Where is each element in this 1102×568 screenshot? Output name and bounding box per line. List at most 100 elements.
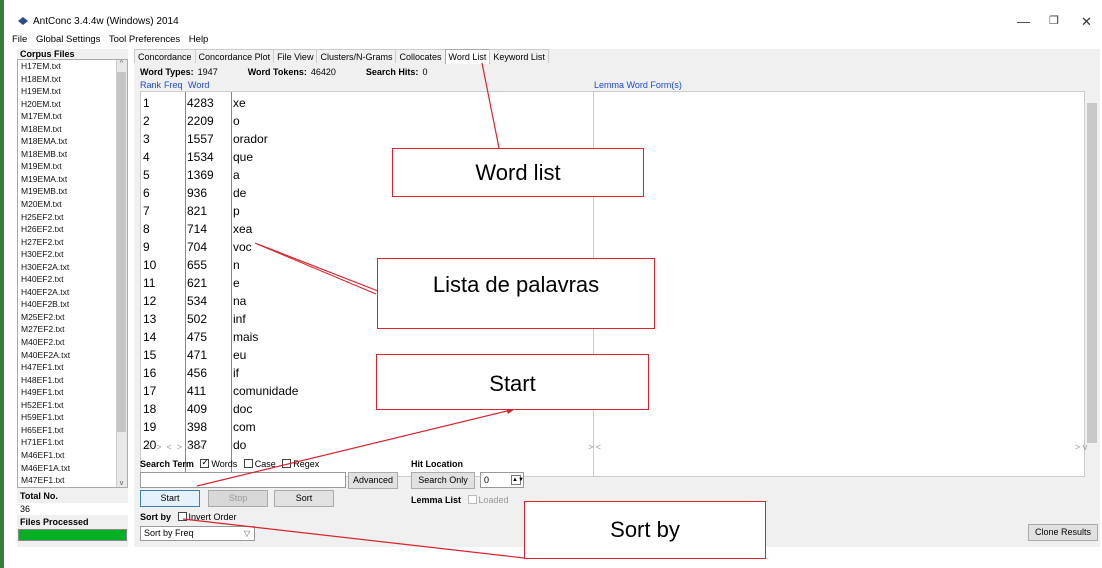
sort-by-select[interactable]: Sort by Freq ▽ — [140, 526, 255, 541]
invert-order-checkbox[interactable] — [177, 512, 187, 521]
corpus-file-item[interactable]: H48EF1.txt — [18, 374, 127, 387]
corpus-file-item[interactable]: H40EF2A.txt — [18, 286, 127, 299]
cell-word: na — [233, 294, 247, 308]
window-title: AntConc 3.4.4w (Windows) 2014 — [33, 16, 179, 27]
corpus-file-item[interactable]: M46EF1A.txt — [18, 462, 127, 475]
cell-rank: 10 — [143, 258, 157, 272]
scroll-thumb[interactable] — [117, 72, 126, 432]
corpus-file-item[interactable]: H19EM.txt — [18, 85, 127, 98]
spinner-arrows-icon[interactable]: ▲▼ — [511, 475, 524, 485]
cell-freq: 398 — [187, 420, 208, 434]
corpus-file-item[interactable]: H40EF2B.txt — [18, 298, 127, 311]
corpus-file-item[interactable]: M19EMA.txt — [18, 173, 127, 186]
menu-tool-preferences[interactable]: Tool Preferences — [109, 34, 180, 45]
hit-location-value: 0 — [484, 475, 490, 485]
cell-word: com — [233, 420, 256, 434]
corpus-file-item[interactable]: H26EF2.txt — [18, 223, 127, 236]
scroll-up-icon[interactable]: ^ — [116, 60, 127, 67]
cell-freq: 1534 — [187, 150, 214, 164]
corpus-file-item[interactable]: H30EF2A.txt — [18, 261, 127, 274]
cell-rank: 16 — [143, 366, 157, 380]
search-hits-label: Search Hits: — [365, 67, 419, 77]
corpus-file-item[interactable]: H30EF2.txt — [18, 248, 127, 261]
cell-rank: 6 — [143, 186, 150, 200]
corpus-file-item[interactable]: M25EF2.txt — [18, 311, 127, 324]
col-freq-header[interactable]: Freq — [164, 80, 183, 90]
menu-help[interactable]: Help — [189, 34, 209, 45]
scroll-down-icon[interactable]: v — [116, 480, 127, 487]
lemma-loaded-checkbox[interactable] — [467, 495, 477, 504]
corpus-file-item[interactable]: M47EF1.txt — [18, 474, 127, 487]
search-term-row: Search Term Words Case Regex — [140, 457, 319, 469]
regex-checkbox[interactable] — [282, 459, 292, 468]
menu-global-settings[interactable]: Global Settings — [36, 34, 100, 45]
close-button[interactable]: ✕ — [1081, 14, 1092, 30]
results-scroll-thumb[interactable] — [1087, 103, 1097, 443]
maximize-button[interactable]: ❐ — [1049, 14, 1059, 27]
results-scrollbar[interactable] — [1085, 91, 1099, 477]
corpus-file-item[interactable]: M19EM.txt — [18, 160, 127, 173]
corpus-file-item[interactable]: H52EF1.txt — [18, 399, 127, 412]
cell-word: inf — [233, 312, 246, 326]
cell-rank: 7 — [143, 204, 150, 218]
start-button[interactable]: Start — [140, 490, 200, 507]
corpus-file-item[interactable]: M18EMA.txt — [18, 135, 127, 148]
words-checkbox[interactable] — [200, 457, 210, 468]
corpus-file-item[interactable]: H71EF1.txt — [18, 436, 127, 449]
cell-freq: 821 — [187, 204, 208, 218]
corpus-file-item[interactable]: M17EM.txt — [18, 110, 127, 123]
corpus-file-item[interactable]: H65EF1.txt — [18, 424, 127, 437]
tab-concordance[interactable]: Concordance — [134, 49, 196, 63]
stop-button[interactable]: Stop — [208, 490, 268, 507]
tab-concordance-plot[interactable]: Concordance Plot — [194, 49, 275, 63]
corpus-file-item[interactable]: M46EF1.txt — [18, 449, 127, 462]
horizontal-scrollbar[interactable]: < > < > < > > < > v — [140, 442, 1087, 452]
minimize-button[interactable]: — — [1017, 14, 1030, 29]
total-no-label: Total No. — [20, 491, 58, 501]
search-term-input[interactable] — [140, 472, 346, 488]
corpus-file-item[interactable]: H59EF1.txt — [18, 411, 127, 424]
col-word-header[interactable]: Word — [188, 80, 209, 90]
lemma-word-form-pane[interactable] — [593, 91, 1085, 477]
hit-location-spinner[interactable]: 0 ▲▼ — [480, 472, 524, 488]
corpus-file-item[interactable]: M20EM.txt — [18, 198, 127, 211]
word-types-label: Word Types: — [140, 67, 194, 77]
corpus-file-item[interactable]: H27EF2.txt — [18, 236, 127, 249]
tab-clusters[interactable]: Clusters/N-Grams — [316, 49, 397, 63]
lemma-loaded-label: Loaded — [478, 495, 509, 505]
corpus-file-item[interactable]: M18EM.txt — [18, 123, 127, 136]
invert-order-label: Invert Order — [188, 512, 237, 522]
corpus-file-item[interactable]: M18EMB.txt — [18, 148, 127, 161]
file-list-scrollbar[interactable]: ^ v — [116, 60, 127, 487]
menu-file[interactable]: File — [12, 34, 27, 45]
corpus-file-item[interactable]: H47EF1.txt — [18, 361, 127, 374]
corpus-file-item[interactable]: M27EF2.txt — [18, 323, 127, 336]
tab-keyword-list[interactable]: Keyword List — [489, 49, 549, 63]
search-only-button[interactable]: Search Only — [411, 472, 475, 489]
corpus-file-item[interactable]: H20EM.txt — [18, 98, 127, 111]
corpus-file-list[interactable]: H17EM.txt H18EM.txt H19EM.txt H20EM.txt M17E… — [17, 59, 128, 488]
case-checkbox[interactable] — [243, 459, 253, 468]
clone-results-button[interactable]: Clone Results — [1028, 524, 1098, 541]
annotation-sort-by: Sort by — [524, 501, 766, 559]
app-icon — [18, 17, 28, 25]
advanced-button[interactable]: Advanced — [348, 472, 398, 489]
tab-word-list[interactable]: Word List — [444, 49, 491, 64]
corpus-file-item[interactable]: H25EF2.txt — [18, 211, 127, 224]
col-rank-header[interactable]: Rank — [140, 80, 161, 90]
cell-freq: 1557 — [187, 132, 214, 146]
cell-freq: 471 — [187, 348, 208, 362]
corpus-file-item[interactable]: M40EF2.txt — [18, 336, 127, 349]
corpus-file-item[interactable]: H17EM.txt — [18, 60, 127, 73]
corpus-file-item[interactable]: H40EF2.txt — [18, 273, 127, 286]
corpus-file-item[interactable]: M40EF2A.txt — [18, 349, 127, 362]
corpus-file-item[interactable]: H49EF1.txt — [18, 386, 127, 399]
tab-collocates[interactable]: Collocates — [395, 49, 446, 63]
col-lemma-header[interactable]: Lemma Word Form(s) — [594, 80, 682, 90]
tab-file-view[interactable]: File View — [273, 49, 318, 63]
sort-button[interactable]: Sort — [274, 490, 334, 507]
cell-word: eu — [233, 348, 247, 362]
corpus-file-item[interactable]: H18EM.txt — [18, 73, 127, 86]
corpus-file-item[interactable]: M19EMB.txt — [18, 185, 127, 198]
cell-freq: 704 — [187, 240, 208, 254]
